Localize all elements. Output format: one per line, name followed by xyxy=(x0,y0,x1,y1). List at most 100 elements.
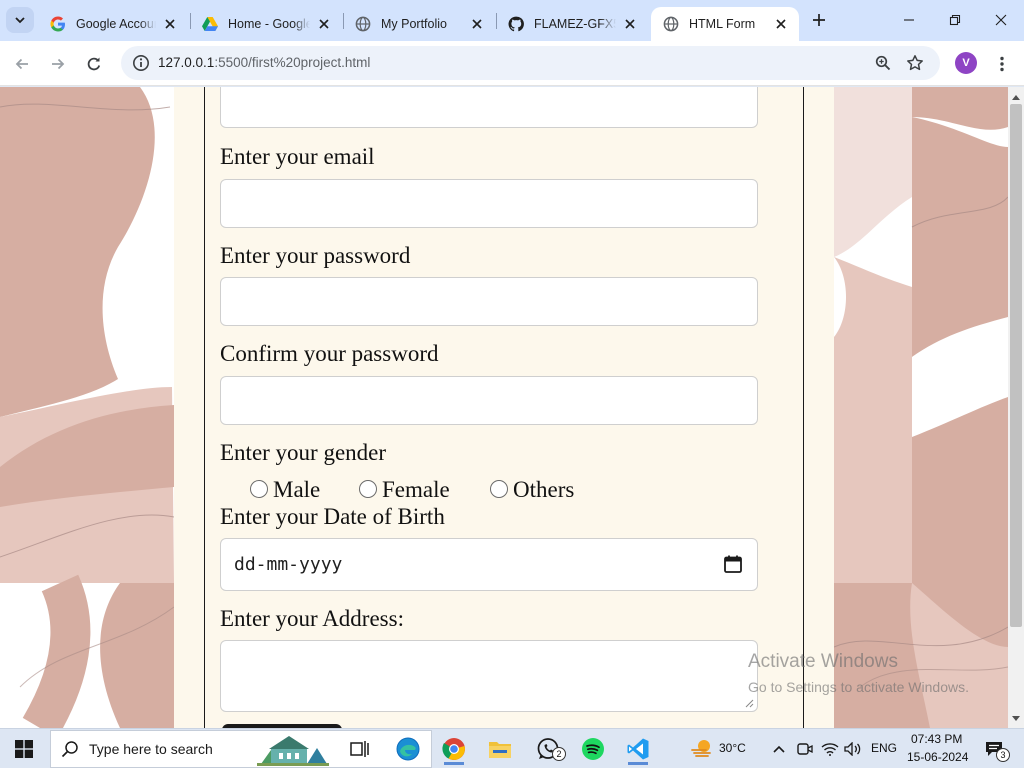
url-text[interactable]: 127.0.0.1:5500/first%20project.html xyxy=(158,55,370,70)
search-icon xyxy=(61,741,78,758)
scroll-down-arrow-icon[interactable] xyxy=(1008,712,1024,726)
chevron-down-icon xyxy=(15,17,25,24)
url-path: :5500/first%20project.html xyxy=(214,55,371,70)
gender-radio-others[interactable] xyxy=(490,480,508,498)
vscode-taskbar-button[interactable] xyxy=(622,733,654,765)
notification-badge: 3 xyxy=(996,748,1010,762)
arrow-right-icon xyxy=(52,58,65,70)
file-explorer-button[interactable] xyxy=(484,733,516,765)
tab-title: Google Account xyxy=(76,17,156,31)
search-highlight-icon xyxy=(257,736,329,766)
forward-button[interactable] xyxy=(44,50,72,78)
notification-center-button[interactable]: 3 xyxy=(978,733,1010,765)
minimize-icon xyxy=(904,19,914,21)
spotify-icon xyxy=(582,738,604,760)
tab-my-portfolio[interactable]: My Portfolio xyxy=(343,7,495,41)
menu-button[interactable] xyxy=(988,50,1016,78)
confirm-password-input[interactable] xyxy=(220,376,758,425)
password-input[interactable] xyxy=(220,277,758,326)
calendar-icon[interactable] xyxy=(723,554,743,574)
close-icon xyxy=(995,14,1007,26)
gender-radio-female[interactable] xyxy=(359,480,377,498)
back-button[interactable] xyxy=(8,50,36,78)
email-input[interactable] xyxy=(220,179,758,228)
close-icon[interactable] xyxy=(469,16,485,32)
tab-github[interactable]: FLAMEZ-GFX5/ xyxy=(496,7,648,41)
tab-title: FLAMEZ-GFX5/ xyxy=(534,17,616,31)
watermark-subtitle: Go to Settings to activate Windows. xyxy=(748,679,969,695)
vscode-icon xyxy=(627,738,649,760)
profile-avatar[interactable]: V xyxy=(955,52,977,74)
tab-google-account[interactable]: Google Account xyxy=(38,7,188,41)
dob-input[interactable]: dd-mm-yyyy xyxy=(220,538,758,591)
page-viewport: Enter your email Enter your password Con… xyxy=(0,87,1008,728)
spotify-taskbar-button[interactable] xyxy=(577,733,609,765)
whatsapp-taskbar-button[interactable]: 2 xyxy=(532,733,566,765)
google-icon xyxy=(50,16,66,32)
address-label: Enter your Address: xyxy=(220,606,404,631)
new-tab-button[interactable] xyxy=(808,9,830,31)
activate-windows-watermark: Activate Windows Go to Settings to activ… xyxy=(748,651,969,695)
restore-icon xyxy=(949,14,961,26)
volume-icon[interactable] xyxy=(840,733,866,765)
clock-time[interactable]: 07:43 PM xyxy=(911,732,962,746)
google-drive-icon xyxy=(202,16,218,32)
gender-label: Enter your gender xyxy=(220,440,387,465)
reload-button[interactable] xyxy=(80,50,108,78)
zoom-icon[interactable] xyxy=(871,51,895,75)
weather-temperature[interactable]: 30°C xyxy=(719,741,746,755)
tab-strip: Google Account Home - Google Drive My Po… xyxy=(0,0,1024,41)
windows-logo-icon xyxy=(15,740,33,758)
address-textarea[interactable] xyxy=(220,640,758,712)
tab-title: Home - Google Drive xyxy=(228,17,310,31)
plus-icon xyxy=(813,14,825,26)
bookmark-star-icon[interactable] xyxy=(903,51,927,75)
dob-label: Enter your Date of Birth xyxy=(220,504,445,529)
tab-search-button[interactable] xyxy=(6,7,34,33)
folder-icon xyxy=(489,742,511,758)
tab-google-drive[interactable]: Home - Google Drive xyxy=(190,7,342,41)
arrow-left-icon xyxy=(15,58,28,70)
watermark-title: Activate Windows xyxy=(748,651,898,672)
windows-taskbar: Type here to search 2 30°C ENG 07:43 PM … xyxy=(0,728,1024,768)
restore-button[interactable] xyxy=(932,0,978,40)
scroll-up-arrow-icon[interactable] xyxy=(1008,90,1024,104)
url-host: 127.0.0.1 xyxy=(158,55,215,70)
task-view-button[interactable] xyxy=(344,733,376,765)
whatsapp-badge: 2 xyxy=(552,747,566,761)
tray-chevron-up-icon[interactable] xyxy=(766,733,792,765)
name-input[interactable] xyxy=(220,87,758,128)
resize-handle-icon[interactable] xyxy=(745,699,754,708)
close-icon[interactable] xyxy=(622,16,638,32)
kebab-menu-icon xyxy=(1000,56,1004,72)
edge-taskbar-button[interactable] xyxy=(392,733,424,765)
email-label: Enter your email xyxy=(220,144,375,169)
tab-html-form[interactable]: HTML Form xyxy=(651,7,799,41)
active-indicator xyxy=(628,762,648,765)
scrollbar-thumb[interactable] xyxy=(1010,104,1022,627)
confirm-password-label: Confirm your password xyxy=(220,341,439,366)
start-button[interactable] xyxy=(8,733,40,765)
gender-option-label: Others xyxy=(513,477,575,502)
address-bar[interactable]: 127.0.0.1:5500/first%20project.html xyxy=(121,46,940,80)
gender-radio-male[interactable] xyxy=(250,480,268,498)
edge-icon xyxy=(396,737,420,761)
close-icon[interactable] xyxy=(162,16,178,32)
dob-placeholder: dd-mm-yyyy xyxy=(234,554,343,575)
task-view-icon xyxy=(350,741,369,757)
close-icon[interactable] xyxy=(773,16,789,32)
weather-widget-icon[interactable] xyxy=(686,733,718,765)
close-icon[interactable] xyxy=(316,16,332,32)
chrome-taskbar-button[interactable] xyxy=(438,733,470,765)
clock-date[interactable]: 15-06-2024 xyxy=(907,750,968,764)
meet-now-icon[interactable] xyxy=(792,733,818,765)
globe-icon xyxy=(355,16,371,32)
site-info-icon[interactable] xyxy=(127,49,155,77)
gender-option-label: Female xyxy=(382,477,450,502)
gender-option-label: Male xyxy=(273,477,321,502)
language-indicator[interactable]: ENG xyxy=(871,741,897,755)
active-indicator xyxy=(444,762,464,765)
minimize-button[interactable] xyxy=(886,0,932,40)
close-window-button[interactable] xyxy=(978,0,1024,40)
browser-toolbar: 127.0.0.1:5500/first%20project.html V xyxy=(0,41,1024,86)
